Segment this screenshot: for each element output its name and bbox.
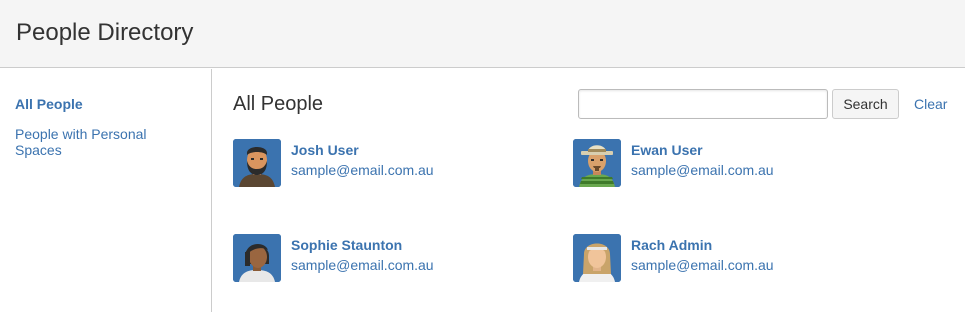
sidebar: All People People with Personal Spaces: [0, 69, 212, 312]
person-name[interactable]: Josh User: [291, 142, 359, 158]
sidebar-item-personal-spaces[interactable]: People with Personal Spaces: [15, 126, 195, 158]
search-button[interactable]: Search: [832, 89, 899, 119]
clear-link[interactable]: Clear: [914, 96, 947, 112]
person-name[interactable]: Sophie Staunton: [291, 237, 402, 253]
person-card: Ewan User sample@email.com.au: [573, 139, 873, 189]
blonde-woman-avatar-icon[interactable]: [573, 234, 621, 282]
bearded-man-avatar-icon[interactable]: [233, 139, 281, 187]
person-email[interactable]: sample@email.com.au: [631, 257, 774, 273]
page-title: People Directory: [16, 19, 194, 46]
search-input[interactable]: [578, 89, 828, 119]
main-content: All People Search Clear Josh User sample…: [213, 69, 965, 312]
person-email[interactable]: sample@email.com.au: [631, 162, 774, 178]
hat-man-avatar-icon[interactable]: [573, 139, 621, 187]
sidebar-item-all-people[interactable]: All People: [15, 96, 83, 112]
person-card: Sophie Staunton sample@email.com.au: [233, 234, 533, 284]
page-header: People Directory: [0, 0, 965, 68]
person-name[interactable]: Ewan User: [631, 142, 703, 158]
person-name[interactable]: Rach Admin: [631, 237, 712, 253]
section-title: All People: [233, 93, 324, 115]
person-card: Josh User sample@email.com.au: [233, 139, 533, 189]
dark-hair-woman-avatar-icon[interactable]: [233, 234, 281, 282]
person-card: Rach Admin sample@email.com.au: [573, 234, 873, 284]
person-email[interactable]: sample@email.com.au: [291, 257, 434, 273]
person-email[interactable]: sample@email.com.au: [291, 162, 434, 178]
